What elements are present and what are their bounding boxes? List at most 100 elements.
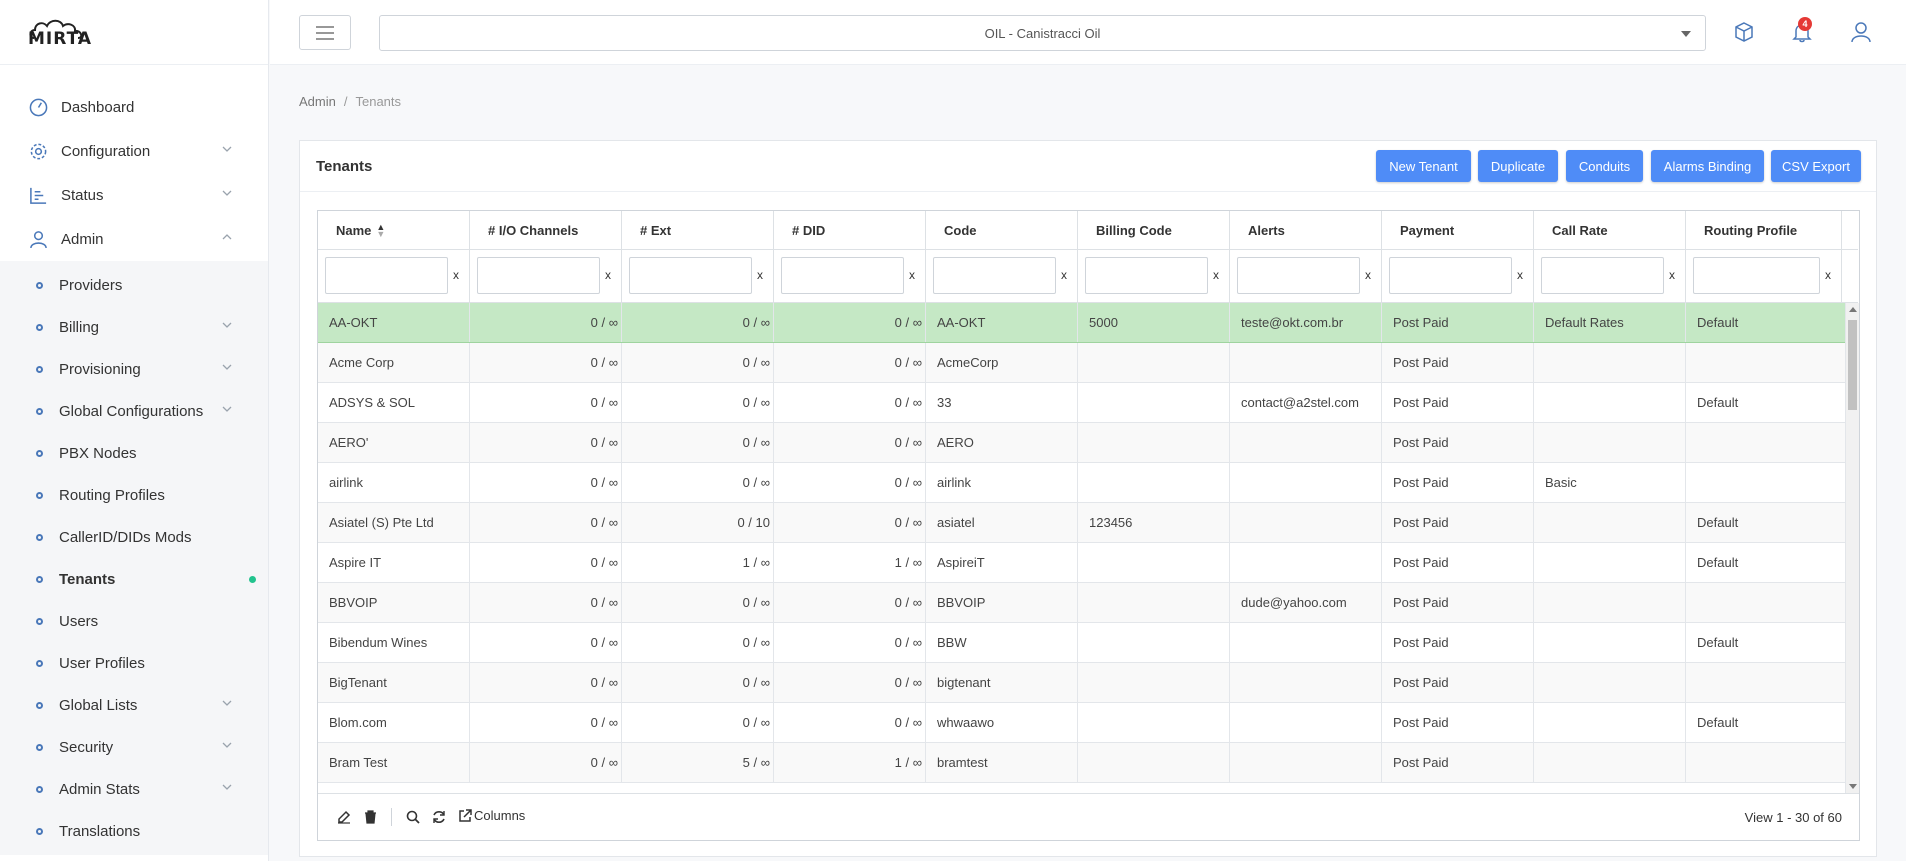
clear-filter-button[interactable]: x bbox=[757, 268, 763, 282]
table-row[interactable]: Asiatel (S) Pte Ltd 0 / ∞ 0 / 10 0 / ∞ asiat… bbox=[318, 503, 1845, 543]
filter-input-code[interactable] bbox=[933, 257, 1056, 294]
table-cell: Blom.com bbox=[318, 703, 470, 742]
clear-filter-button[interactable]: x bbox=[1061, 268, 1067, 282]
table-row[interactable]: BBVOIP 0 / ∞ 0 / ∞ 0 / ∞ BBVOIP dude@yahoo.co… bbox=[318, 583, 1845, 623]
sidebar-item-billing[interactable]: Billing bbox=[0, 306, 268, 348]
tenant-select[interactable]: OIL - Canistracci Oil bbox=[379, 15, 1706, 51]
sidebar-item-pbx-nodes[interactable]: PBX Nodes bbox=[0, 432, 268, 474]
sidebar-item-configuration[interactable]: Configuration bbox=[0, 129, 268, 173]
column-header-alerts[interactable]: Alerts bbox=[1230, 211, 1382, 250]
bullet-icon bbox=[36, 743, 43, 751]
grid-scrollbar[interactable] bbox=[1845, 303, 1859, 793]
filter-input-payment[interactable] bbox=[1389, 257, 1512, 294]
filter-cell: x bbox=[318, 250, 470, 303]
refresh-icon[interactable] bbox=[432, 810, 446, 824]
filter-input-billing-code[interactable] bbox=[1085, 257, 1208, 294]
filter-input-routing-profile[interactable] bbox=[1693, 257, 1820, 294]
sidebar-item-callerid-dids-mods[interactable]: CallerID/DIDs Mods bbox=[0, 516, 268, 558]
alarms-binding-button[interactable]: Alarms Binding bbox=[1651, 150, 1764, 182]
sidebar-item-providers[interactable]: Providers bbox=[0, 264, 268, 306]
table-row[interactable]: ADSYS & SOL 0 / ∞ 0 / ∞ 0 / ∞ 33 contact@a2st… bbox=[318, 383, 1845, 423]
search-icon[interactable] bbox=[406, 810, 420, 824]
clear-filter-button[interactable]: x bbox=[1213, 268, 1219, 282]
column-header-call-rate[interactable]: Call Rate bbox=[1534, 211, 1686, 250]
column-header-name[interactable]: Name ▲ ▼ bbox=[318, 211, 470, 250]
table-cell: Post Paid bbox=[1382, 663, 1534, 702]
table-cell bbox=[1230, 503, 1382, 542]
column-header-ext[interactable]: # Ext bbox=[622, 211, 774, 250]
table-row[interactable]: AA-OKT 0 / ∞ 0 / ∞ 0 / ∞ AA-OKT 5000 teste@okt… bbox=[318, 303, 1845, 343]
duplicate-button[interactable]: Duplicate bbox=[1478, 150, 1558, 182]
sidebar-item-security[interactable]: Security bbox=[0, 726, 268, 768]
table-cell: 0 / ∞ bbox=[470, 663, 622, 702]
breadcrumb-root[interactable]: Admin bbox=[299, 94, 336, 109]
columns-button[interactable]: Columns bbox=[458, 808, 525, 823]
clear-filter-button[interactable]: x bbox=[1669, 268, 1675, 282]
clear-filter-button[interactable]: x bbox=[453, 268, 459, 282]
logo[interactable]: MIRTA bbox=[0, 0, 268, 65]
table-row[interactable]: Bibendum Wines 0 / ∞ 0 / ∞ 0 / ∞ BBW Post Pai… bbox=[318, 623, 1845, 663]
clear-filter-button[interactable]: x bbox=[605, 268, 611, 282]
user-profile-icon[interactable] bbox=[1850, 21, 1872, 46]
table-row[interactable]: Blom.com 0 / ∞ 0 / ∞ 0 / ∞ whwaawo Post Paid D… bbox=[318, 703, 1845, 743]
cube-icon[interactable] bbox=[1733, 21, 1755, 46]
table-cell bbox=[1230, 703, 1382, 742]
filter-input-name[interactable] bbox=[325, 257, 448, 294]
sort-icon[interactable]: ▲ ▼ bbox=[376, 222, 385, 238]
edit-icon[interactable] bbox=[337, 810, 351, 824]
clear-filter-button[interactable]: x bbox=[1365, 268, 1371, 282]
filter-input-did[interactable] bbox=[781, 257, 904, 294]
trash-icon[interactable] bbox=[364, 810, 377, 824]
sidebar-item-translations[interactable]: Translations bbox=[0, 810, 268, 852]
table-row[interactable]: airlink 0 / ∞ 0 / ∞ 0 / ∞ airlink Post Paid Ba… bbox=[318, 463, 1845, 503]
table-cell: AA-OKT bbox=[926, 303, 1078, 342]
filter-input-ext[interactable] bbox=[629, 257, 752, 294]
sidebar-item-routing-profiles[interactable]: Routing Profiles bbox=[0, 474, 268, 516]
table-row[interactable]: BigTenant 0 / ∞ 0 / ∞ 0 / ∞ bigtenant Post Pa… bbox=[318, 663, 1845, 703]
new-tenant-button[interactable]: New Tenant bbox=[1376, 150, 1471, 182]
sidebar-item-user-profiles[interactable]: User Profiles bbox=[0, 642, 268, 684]
table-cell bbox=[1078, 463, 1230, 502]
sidebar-item-provisioning[interactable]: Provisioning bbox=[0, 348, 268, 390]
bullet-icon bbox=[36, 827, 43, 835]
sidebar-item-admin-stats[interactable]: Admin Stats bbox=[0, 768, 268, 810]
sidebar-item-dashboard[interactable]: Dashboard bbox=[0, 85, 268, 129]
bullet-icon bbox=[36, 365, 43, 373]
table-row[interactable]: AERO' 0 / ∞ 0 / ∞ 0 / ∞ AERO Post Paid bbox=[318, 423, 1845, 463]
conduits-button[interactable]: Conduits bbox=[1566, 150, 1643, 182]
sidebar-item-tenants[interactable]: Tenants bbox=[0, 558, 268, 600]
clear-filter-button[interactable]: x bbox=[1825, 268, 1831, 282]
table-row[interactable]: Bram Test 0 / ∞ 5 / ∞ 1 / ∞ bramtest Post Pai… bbox=[318, 743, 1845, 783]
table-cell bbox=[1230, 543, 1382, 582]
filter-input-i-o-channels[interactable] bbox=[477, 257, 600, 294]
csv-export-button[interactable]: CSV Export bbox=[1771, 150, 1861, 182]
table-cell: AERO bbox=[926, 423, 1078, 462]
clear-filter-button[interactable]: x bbox=[1517, 268, 1523, 282]
sidebar-item-label: Translations bbox=[59, 822, 141, 840]
filter-input-call-rate[interactable] bbox=[1541, 257, 1664, 294]
column-header-routing-profile[interactable]: Routing Profile bbox=[1686, 211, 1842, 250]
scroll-down-icon[interactable] bbox=[1849, 784, 1857, 789]
scroll-up-icon[interactable] bbox=[1849, 307, 1857, 312]
column-header-billing-code[interactable]: Billing Code bbox=[1078, 211, 1230, 250]
table-row[interactable]: Aspire IT 0 / ∞ 1 / ∞ 1 / ∞ AspireiT Post Pai… bbox=[318, 543, 1845, 583]
clear-filter-button[interactable]: x bbox=[909, 268, 915, 282]
filter-cell: x bbox=[1534, 250, 1686, 303]
scroll-thumb[interactable] bbox=[1848, 320, 1857, 410]
sidebar-item-global-lists[interactable]: Global Lists bbox=[0, 684, 268, 726]
column-header-payment[interactable]: Payment bbox=[1382, 211, 1534, 250]
filter-input-alerts[interactable] bbox=[1237, 257, 1360, 294]
column-header-i-o-channels[interactable]: # I/O Channels bbox=[470, 211, 622, 250]
table-cell bbox=[1078, 423, 1230, 462]
table-cell: Post Paid bbox=[1382, 343, 1534, 382]
sidebar-item-label: Dashboard bbox=[61, 98, 135, 116]
sidebar-item-users[interactable]: Users bbox=[0, 600, 268, 642]
sidebar-item-admin[interactable]: Admin bbox=[0, 217, 268, 261]
sidebar-item-global-configurations[interactable]: Global Configurations bbox=[0, 390, 268, 432]
table-row[interactable]: Acme Corp 0 / ∞ 0 / ∞ 0 / ∞ AcmeCorp Post Pai… bbox=[318, 343, 1845, 383]
sidebar-item-status[interactable]: Status bbox=[0, 173, 268, 217]
table-cell: Basic bbox=[1534, 463, 1686, 502]
menu-toggle-button[interactable] bbox=[299, 15, 351, 50]
column-header-code[interactable]: Code bbox=[926, 211, 1078, 250]
column-header-did[interactable]: # DID bbox=[774, 211, 926, 250]
